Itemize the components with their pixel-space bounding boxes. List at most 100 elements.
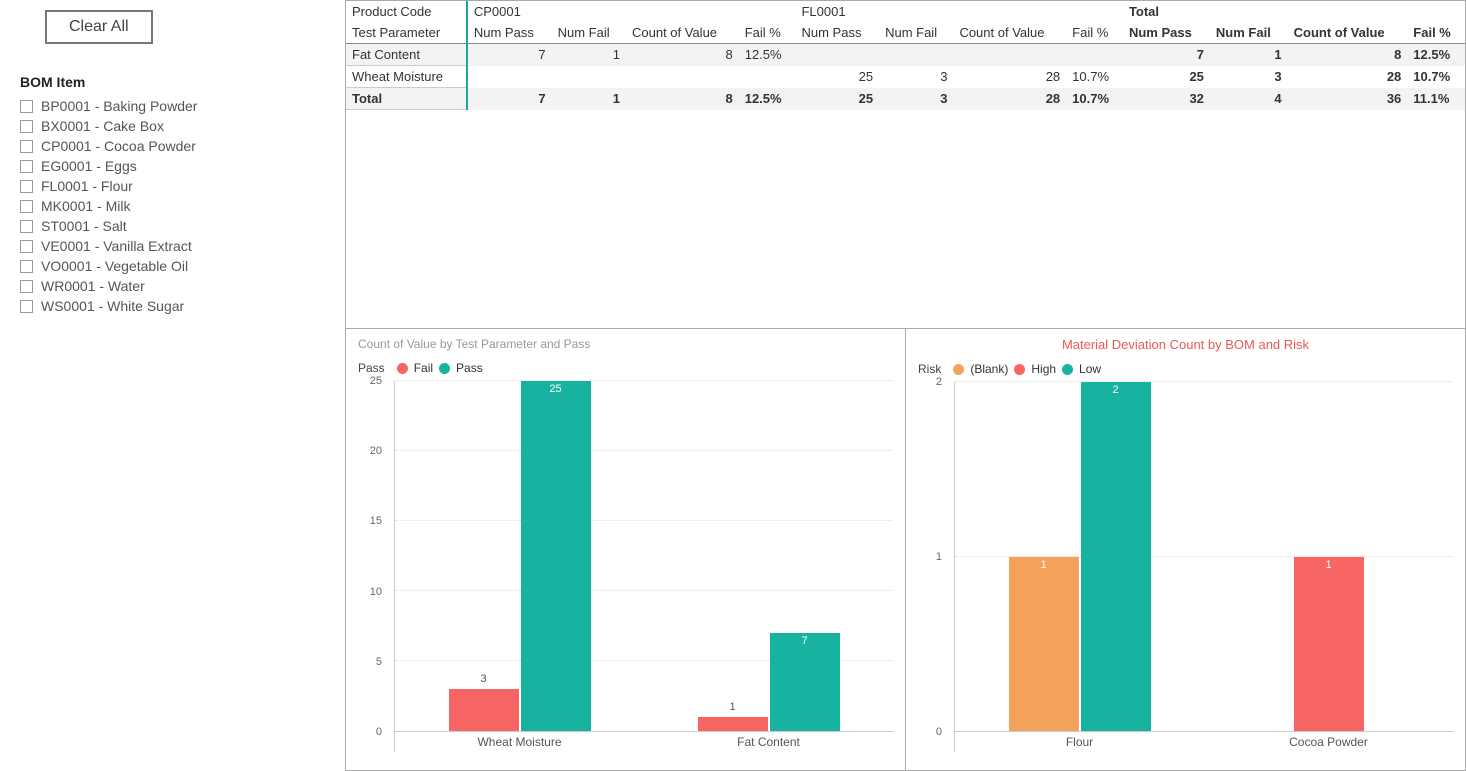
checkbox-icon <box>20 220 33 233</box>
matrix-row-label: Wheat Moisture <box>346 66 467 88</box>
filter-item-label: VE0001 - Vanilla Extract <box>41 238 192 254</box>
chart1-legend: Pass Fail Pass <box>358 361 893 375</box>
matrix-cell <box>879 44 953 66</box>
matrix-cell: 7 <box>1123 44 1210 66</box>
matrix-sub-col: Fail % <box>1407 22 1465 44</box>
x-axis-label: Wheat Moisture <box>395 735 644 749</box>
bom-filter-item[interactable]: CP0001 - Cocoa Powder <box>20 136 325 156</box>
legend-swatch-low <box>1062 364 1073 375</box>
matrix-row-header-bot: Test Parameter <box>346 22 467 44</box>
chart2-legend: Risk (Blank) High Low <box>918 362 1453 376</box>
matrix-cell: 28 <box>1288 66 1408 88</box>
matrix-cell <box>795 44 879 66</box>
bar-group: 3 25 <box>395 381 644 731</box>
matrix-cell: 36 <box>1288 88 1408 110</box>
matrix-col-group: CP0001 <box>467 1 796 22</box>
filter-item-label: WS0001 - White Sugar <box>41 298 184 314</box>
checkbox-icon <box>20 140 33 153</box>
bar[interactable]: 3 <box>449 689 519 731</box>
matrix-cell: 8 <box>626 88 739 110</box>
matrix-col-group: Total <box>1123 1 1465 22</box>
checkbox-icon <box>20 160 33 173</box>
matrix-cell: 25 <box>795 66 879 88</box>
matrix-cell: 10.7% <box>1066 66 1123 88</box>
bom-filter-item[interactable]: MK0001 - Milk <box>20 196 325 216</box>
bar[interactable]: 25 <box>521 381 591 731</box>
matrix-cell <box>1066 44 1123 66</box>
chart-deviation-by-bom[interactable]: Material Deviation Count by BOM and Risk… <box>906 329 1465 770</box>
bar-value-label: 1 <box>1294 559 1364 571</box>
matrix-cell <box>626 66 739 88</box>
bom-filter-item[interactable]: WR0001 - Water <box>20 276 325 296</box>
matrix-sub-col: Num Fail <box>879 22 953 44</box>
bom-filter-item[interactable]: VE0001 - Vanilla Extract <box>20 236 325 256</box>
bom-filter-item[interactable]: EG0001 - Eggs <box>20 156 325 176</box>
bar-value-label: 7 <box>770 635 840 647</box>
matrix-col-group: FL0001 <box>795 1 1122 22</box>
filter-item-label: EG0001 - Eggs <box>41 158 137 174</box>
bar-value-label: 2 <box>1081 384 1151 396</box>
matrix-total-label: Total <box>346 88 467 110</box>
matrix-cell: 10.7% <box>1407 66 1465 88</box>
filter-item-label: MK0001 - Milk <box>41 198 130 214</box>
bar[interactable]: 1 <box>698 717 768 731</box>
matrix-sub-col: Num Pass <box>467 22 552 44</box>
filter-item-label: WR0001 - Water <box>41 278 145 294</box>
bar-value-label: 25 <box>521 383 591 395</box>
matrix-cell <box>953 44 1066 66</box>
checkbox-icon <box>20 200 33 213</box>
matrix-sub-col: Count of Value <box>626 22 739 44</box>
matrix-cell <box>739 66 796 88</box>
bom-filter-item[interactable]: FL0001 - Flour <box>20 176 325 196</box>
bom-filter-item[interactable]: ST0001 - Salt <box>20 216 325 236</box>
matrix-cell: 25 <box>795 88 879 110</box>
checkbox-icon <box>20 100 33 113</box>
matrix-cell: 1 <box>552 44 626 66</box>
matrix-sub-col: Count of Value <box>953 22 1066 44</box>
matrix-sub-col: Fail % <box>1066 22 1123 44</box>
matrix-row-label: Fat Content <box>346 44 467 66</box>
chart-count-by-parameter[interactable]: Count of Value by Test Parameter and Pas… <box>346 329 906 770</box>
bom-filter-item[interactable]: VO0001 - Vegetable Oil <box>20 256 325 276</box>
bar[interactable]: 1 <box>1009 557 1079 732</box>
matrix-cell: 7 <box>467 44 552 66</box>
matrix-sub-col: Fail % <box>739 22 796 44</box>
bom-filter-item[interactable]: BX0001 - Cake Box <box>20 116 325 136</box>
filter-item-label: CP0001 - Cocoa Powder <box>41 138 196 154</box>
legend-swatch-blank <box>953 364 964 375</box>
filter-item-label: BX0001 - Cake Box <box>41 118 164 134</box>
matrix-cell: 10.7% <box>1066 88 1123 110</box>
filter-item-label: VO0001 - Vegetable Oil <box>41 258 188 274</box>
bar-group: 12 <box>955 382 1204 731</box>
matrix-cell: 3 <box>1210 66 1288 88</box>
matrix-sub-col: Num Fail <box>552 22 626 44</box>
matrix-row-header-top: Product Code <box>346 1 467 22</box>
main-area: Product CodeCP0001FL0001TotalTest Parame… <box>345 0 1466 771</box>
bom-filter-item[interactable]: WS0001 - White Sugar <box>20 296 325 316</box>
checkbox-icon <box>20 180 33 193</box>
matrix-cell: 8 <box>626 44 739 66</box>
matrix-cell: 3 <box>879 88 953 110</box>
matrix-cell: 25 <box>1123 66 1210 88</box>
matrix-cell: 12.5% <box>1407 44 1465 66</box>
matrix-sub-col: Num Pass <box>795 22 879 44</box>
matrix-cell: 12.5% <box>739 44 796 66</box>
bar-group: 1 <box>1204 382 1453 731</box>
clear-all-button[interactable]: Clear All <box>45 10 153 44</box>
bar-value-label: 1 <box>698 701 768 713</box>
x-axis-label: Fat Content <box>644 735 893 749</box>
x-axis-label: Cocoa Powder <box>1204 735 1453 749</box>
bar[interactable]: 1 <box>1294 557 1364 732</box>
legend-swatch-fail <box>397 363 408 374</box>
bom-filter-list: BP0001 - Baking Powder BX0001 - Cake Box… <box>20 96 325 316</box>
bom-filter-item[interactable]: BP0001 - Baking Powder <box>20 96 325 116</box>
matrix-visual[interactable]: Product CodeCP0001FL0001TotalTest Parame… <box>346 1 1465 329</box>
matrix-cell: 7 <box>467 88 552 110</box>
chart1-title: Count of Value by Test Parameter and Pas… <box>358 337 893 351</box>
matrix-cell <box>467 66 552 88</box>
legend-label-fail: Fail <box>414 361 433 375</box>
matrix-cell: 11.1% <box>1407 88 1465 110</box>
bar[interactable]: 2 <box>1081 382 1151 731</box>
bar[interactable]: 7 <box>770 633 840 731</box>
checkbox-icon <box>20 240 33 253</box>
